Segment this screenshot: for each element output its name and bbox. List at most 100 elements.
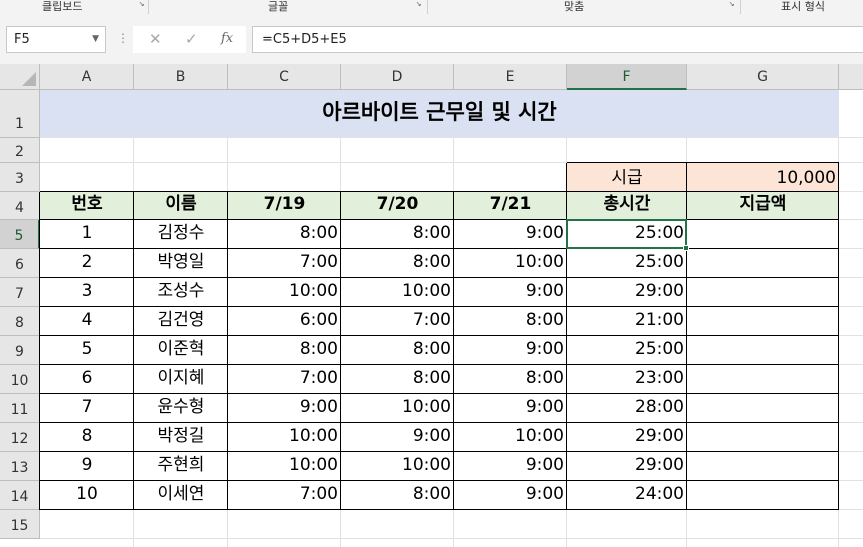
table-cell[interactable]: 29:00: [567, 452, 687, 481]
select-all-corner[interactable]: [0, 64, 40, 90]
table-cell[interactable]: 10:00: [341, 278, 454, 307]
table-cell[interactable]: 24:00: [567, 481, 687, 510]
table-cell[interactable]: 28:00: [567, 394, 687, 423]
fill-handle[interactable]: [683, 245, 689, 251]
cancel-icon[interactable]: ✕: [149, 29, 162, 49]
dialog-launcher-icon[interactable]: ↘: [137, 1, 146, 10]
table-cell[interactable]: 8:00: [454, 307, 567, 336]
row-header-10[interactable]: 10: [0, 365, 40, 394]
table-cell[interactable]: 4: [40, 307, 134, 336]
table-cell[interactable]: 김건영: [134, 307, 228, 336]
table-cell[interactable]: 8:00: [228, 220, 341, 249]
table-cell[interactable]: [687, 394, 839, 423]
table-cell[interactable]: [687, 452, 839, 481]
row-header-8[interactable]: 8: [0, 307, 40, 336]
table-cell[interactable]: [687, 336, 839, 365]
table-cell[interactable]: 조성수: [134, 278, 228, 307]
table-cell[interactable]: 박정길: [134, 423, 228, 452]
table-cell[interactable]: 10:00: [454, 249, 567, 278]
table-cell[interactable]: 7:00: [228, 365, 341, 394]
table-cell[interactable]: 29:00: [567, 278, 687, 307]
table-cell[interactable]: 3: [40, 278, 134, 307]
table-cell[interactable]: 9:00: [454, 220, 567, 249]
wage-label[interactable]: 시급: [567, 163, 687, 192]
table-cell[interactable]: 9:00: [454, 336, 567, 365]
table-cell[interactable]: 10:00: [341, 394, 454, 423]
table-cell[interactable]: 8: [40, 423, 134, 452]
row-header-7[interactable]: 7: [0, 278, 40, 307]
table-cell[interactable]: 10:00: [454, 423, 567, 452]
table-cell[interactable]: 7: [40, 394, 134, 423]
table-cell[interactable]: 8:00: [341, 336, 454, 365]
column-header-g[interactable]: G: [687, 64, 839, 90]
sheet-title[interactable]: 아르바이트 근무일 및 시간: [40, 96, 839, 128]
table-cell[interactable]: 8:00: [341, 249, 454, 278]
table-cell[interactable]: 이세연: [134, 481, 228, 510]
dialog-launcher-icon[interactable]: ↘: [414, 1, 423, 10]
table-cell[interactable]: 29:00: [567, 423, 687, 452]
table-cell[interactable]: 9:00: [454, 452, 567, 481]
formula-input[interactable]: =C5+D5+E5: [252, 26, 863, 53]
table-cell[interactable]: [687, 278, 839, 307]
column-header-b[interactable]: B: [134, 64, 228, 90]
table-cell[interactable]: 9:00: [341, 423, 454, 452]
row-header-14[interactable]: 14: [0, 481, 40, 510]
column-header-f[interactable]: F: [567, 64, 687, 90]
table-cell[interactable]: 9:00: [454, 278, 567, 307]
chevron-down-icon[interactable]: ▼: [92, 27, 99, 52]
table-cell[interactable]: 10:00: [341, 452, 454, 481]
table-cell[interactable]: 9:00: [454, 481, 567, 510]
table-cell[interactable]: 8:00: [228, 336, 341, 365]
table-cell[interactable]: 7:00: [228, 481, 341, 510]
row-header-9[interactable]: 9: [0, 336, 40, 365]
column-header-c[interactable]: C: [228, 64, 341, 90]
row-header-15[interactable]: 15: [0, 510, 40, 539]
table-cell[interactable]: [687, 365, 839, 394]
table-cell[interactable]: 5: [40, 336, 134, 365]
table-header-cell[interactable]: 총시간: [567, 192, 687, 220]
dialog-launcher-icon[interactable]: ↘: [727, 1, 736, 10]
enter-icon[interactable]: ✓: [185, 29, 198, 49]
table-cell[interactable]: 10:00: [228, 423, 341, 452]
table-cell[interactable]: 10:00: [228, 452, 341, 481]
function-icon[interactable]: fx: [221, 29, 233, 49]
column-header-a[interactable]: A: [40, 64, 134, 90]
table-header-cell[interactable]: 지급액: [687, 192, 839, 220]
table-cell[interactable]: 이지혜: [134, 365, 228, 394]
table-header-cell[interactable]: 7/19: [228, 192, 341, 220]
table-cell[interactable]: 6:00: [228, 307, 341, 336]
table-header-cell[interactable]: 번호: [40, 192, 134, 220]
row-header-1[interactable]: 1: [0, 90, 40, 138]
column-header-d[interactable]: D: [341, 64, 454, 90]
table-cell[interactable]: 9:00: [228, 394, 341, 423]
table-header-cell[interactable]: 7/21: [454, 192, 567, 220]
table-header-cell[interactable]: 이름: [134, 192, 228, 220]
row-header-5[interactable]: 5: [0, 220, 40, 249]
table-cell[interactable]: 박영일: [134, 249, 228, 278]
table-cell[interactable]: [687, 423, 839, 452]
row-header-13[interactable]: 13: [0, 452, 40, 481]
table-cell[interactable]: 1: [40, 220, 134, 249]
name-box[interactable]: F5 ▼: [6, 26, 106, 53]
table-cell[interactable]: 2: [40, 249, 134, 278]
table-cell[interactable]: [687, 220, 839, 249]
table-header-cell[interactable]: 7/20: [341, 192, 454, 220]
table-cell[interactable]: 7:00: [341, 307, 454, 336]
table-cell[interactable]: 9:00: [454, 394, 567, 423]
row-header-11[interactable]: 11: [0, 394, 40, 423]
table-cell[interactable]: 7:00: [228, 249, 341, 278]
table-cell[interactable]: 윤수형: [134, 394, 228, 423]
table-cell[interactable]: 25:00: [567, 336, 687, 365]
worksheet-grid[interactable]: A B C D E F G 1 2 3 4 5 6 7 8 9 10 11 12 13 14 15 아르바이트 근무일 및 …: [0, 64, 863, 547]
table-cell[interactable]: [687, 481, 839, 510]
table-cell[interactable]: 23:00: [567, 365, 687, 394]
row-header-2[interactable]: 2: [0, 138, 40, 163]
table-cell[interactable]: 8:00: [341, 220, 454, 249]
table-cell[interactable]: 21:00: [567, 307, 687, 336]
row-header-3[interactable]: 3: [0, 163, 40, 192]
row-header-12[interactable]: 12: [0, 423, 40, 452]
table-cell[interactable]: 25:00: [567, 249, 687, 278]
table-cell[interactable]: 김정수: [134, 220, 228, 249]
column-header-e[interactable]: E: [454, 64, 567, 90]
table-cell[interactable]: 10:00: [228, 278, 341, 307]
